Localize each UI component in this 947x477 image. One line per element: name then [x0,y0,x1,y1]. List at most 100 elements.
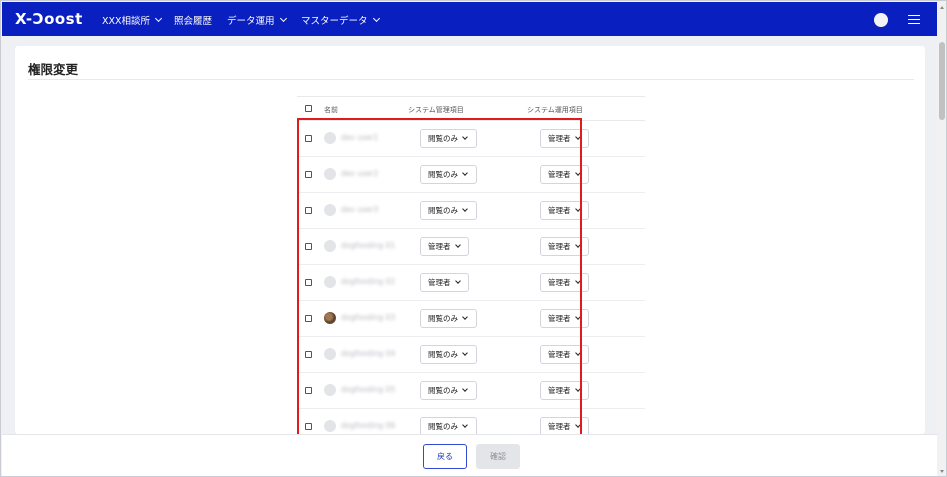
table-header: 名前 システム管理項目 システム運用項目 [297,96,645,121]
chevron-down-icon [279,14,287,23]
nav-item-label: XXX相談所 [102,16,151,27]
row-checkbox[interactable] [305,387,312,394]
select-all-checkbox[interactable] [305,105,312,112]
table-body: dev user1 閲覧のみ 管理者 dev user2 閲覧のみ 管理者 dev user… [297,121,645,445]
user-name: dev user2 [341,169,379,178]
system-ops-select[interactable]: 管理者 [540,237,589,256]
row-checkbox[interactable] [305,279,312,286]
select-value: 管理者 [548,350,571,359]
table-row: dev user1 閲覧のみ 管理者 [297,121,645,157]
row-checkbox[interactable] [305,207,312,214]
user-name: dev user1 [341,133,379,142]
system-ops-select[interactable]: 管理者 [540,129,589,148]
system-ops-select[interactable]: 管理者 [540,345,589,364]
title-divider [28,79,914,80]
system-admin-select[interactable]: 閲覧のみ [420,201,477,220]
system-admin-select[interactable]: 管理者 [420,273,469,292]
chevron-down-icon [574,134,581,140]
chevron-down-icon [574,206,581,212]
row-checkbox[interactable] [305,171,312,178]
nav-item-label: データ運用 [227,16,275,27]
system-admin-select[interactable]: 閲覧のみ [420,309,477,328]
chevron-down-icon [462,350,468,356]
chevron-down-icon [454,278,461,284]
system-admin-select[interactable]: 管理者 [420,237,469,256]
select-value: 管理者 [548,422,571,431]
row-checkbox[interactable] [305,423,312,430]
select-value: 管理者 [428,242,451,251]
vertical-scrollbar[interactable] [937,2,946,476]
row-checkbox[interactable] [305,135,312,142]
row-checkbox[interactable] [305,243,312,250]
system-ops-select[interactable]: 管理者 [540,201,589,220]
confirm-button[interactable]: 確認 [476,444,520,469]
user-avatar [324,348,336,360]
hamburger-menu-icon[interactable] [908,15,920,24]
column-header-system-ops: システム運用項目 [527,106,583,114]
chevron-down-icon [574,350,581,356]
scroll-down-icon[interactable] [940,470,944,473]
chevron-down-icon [462,134,468,140]
system-ops-select[interactable]: 管理者 [540,165,589,184]
nav-item-consultation[interactable]: XXX相談所 [102,13,163,27]
select-value: 管理者 [428,278,451,287]
select-value: 閲覧のみ [428,350,458,359]
nav-item-data-operations[interactable]: データ運用 [227,13,287,27]
chevron-down-icon [454,242,461,248]
user-name: dogfooding 02 [341,277,396,286]
select-value: 閲覧のみ [428,386,458,395]
row-checkbox[interactable] [305,315,312,322]
back-button[interactable]: 戻る [423,444,467,469]
select-value: 管理者 [548,170,571,179]
table-row: dogfooding 01 管理者 管理者 [297,229,645,265]
app-logo[interactable]: X-Ɔoost [15,10,83,28]
chevron-down-icon [462,422,468,428]
system-ops-select[interactable]: 管理者 [540,381,589,400]
user-avatar[interactable] [874,13,888,27]
chevron-down-icon [462,386,468,392]
select-value: 閲覧のみ [428,314,458,323]
user-avatar [324,420,336,432]
chevron-down-icon [574,170,581,176]
column-header-name: 名前 [324,106,338,114]
select-value: 閲覧のみ [428,170,458,179]
chevron-down-icon [372,14,380,23]
chevron-down-icon [574,242,581,248]
footer-action-bar: 戻る 確認 [2,434,937,476]
scroll-up-icon[interactable] [940,6,944,9]
select-value: 管理者 [548,242,571,251]
nav-item-inquiry-history[interactable]: 照会履歴 [174,13,212,27]
app-window: X-Ɔoost XXX相談所 照会履歴 データ運用 マスターデータ 権限変更 名… [0,0,947,477]
select-value: 閲覧のみ [428,422,458,431]
table-row: dogfooding 03 閲覧のみ 管理者 [297,301,645,337]
page-title: 権限変更 [28,62,79,77]
user-name: dogfooding 03 [341,313,396,322]
scrollbar-thumb[interactable] [939,42,945,120]
chevron-down-icon [462,170,468,176]
nav-item-label: マスターデータ [301,16,368,27]
chevron-down-icon [574,278,581,284]
user-name: dogfooding 01 [341,241,396,250]
select-value: 管理者 [548,206,571,215]
column-header-system-admin: システム管理項目 [408,106,464,114]
system-ops-select[interactable]: 管理者 [540,273,589,292]
system-admin-select[interactable]: 閲覧のみ [420,381,477,400]
system-admin-select[interactable]: 閲覧のみ [420,165,477,184]
table-row: dogfooding 02 管理者 管理者 [297,265,645,301]
user-name: dogfooding 06 [341,421,396,430]
system-admin-select[interactable]: 閲覧のみ [420,345,477,364]
user-name: dogfooding 05 [341,385,396,394]
select-value: 管理者 [548,134,571,143]
user-name: dogfooding 04 [341,349,396,358]
system-ops-select[interactable]: 管理者 [540,309,589,328]
chevron-down-icon [462,314,468,320]
user-avatar [324,132,336,144]
nav-item-master-data[interactable]: マスターデータ [301,13,380,27]
user-name: dev user3 [341,205,379,214]
permissions-table: 名前 システム管理項目 システム運用項目 dev user1 閲覧のみ 管理者 dev… [297,96,645,445]
chevron-down-icon [154,14,163,23]
table-row: dev user2 閲覧のみ 管理者 [297,157,645,193]
system-admin-select[interactable]: 閲覧のみ [420,129,477,148]
select-value: 管理者 [548,386,571,395]
row-checkbox[interactable] [305,351,312,358]
